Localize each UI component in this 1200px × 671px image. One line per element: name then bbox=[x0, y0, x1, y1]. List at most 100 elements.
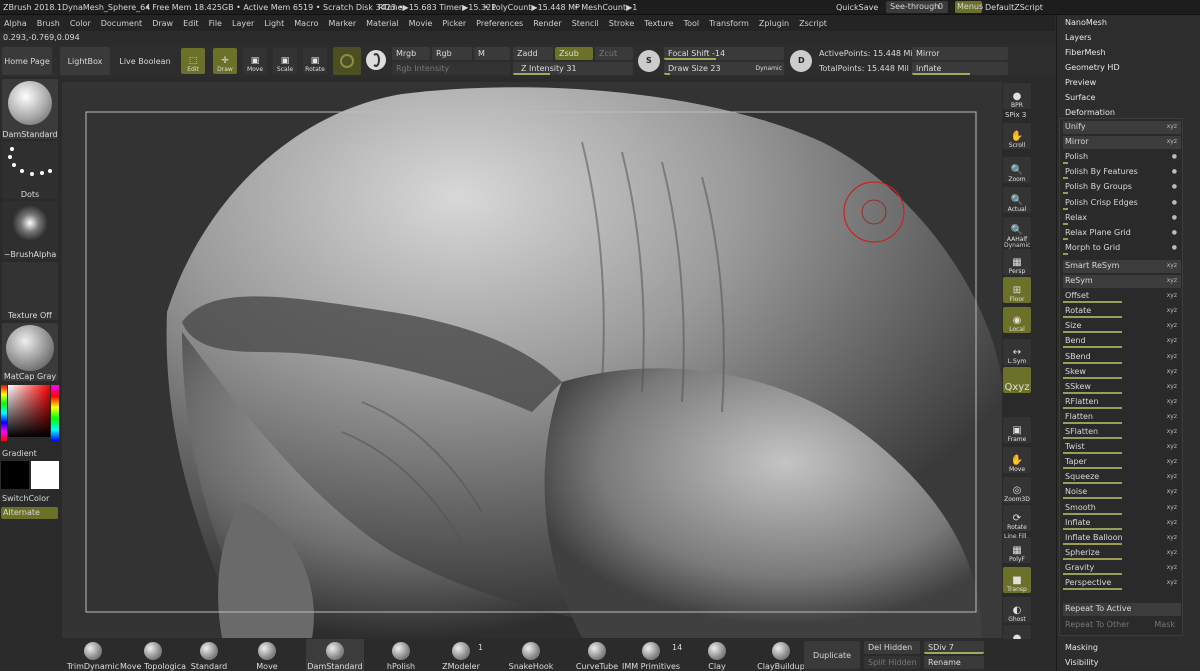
deform-offset[interactable]: Offset xyz bbox=[1063, 290, 1181, 304]
axis-toggle-icon[interactable]: xyz bbox=[1167, 121, 1177, 133]
section-masking[interactable]: Masking bbox=[1065, 643, 1098, 652]
brush-standard[interactable]: Standard bbox=[180, 639, 238, 671]
axis-toggle-icon[interactable]: xyz bbox=[1167, 320, 1177, 332]
menu-texture[interactable]: Texture bbox=[640, 19, 679, 28]
move-button[interactable]: ▣ Move bbox=[243, 48, 267, 74]
section-layers[interactable]: Layers bbox=[1065, 33, 1091, 42]
deform-rotate[interactable]: Rotate xyz bbox=[1063, 305, 1181, 319]
radio-icon[interactable]: ● bbox=[1172, 197, 1177, 209]
menu-brush[interactable]: Brush bbox=[33, 19, 66, 28]
axis-toggle-icon[interactable]: xyz bbox=[1167, 366, 1177, 378]
color-picker[interactable] bbox=[1, 385, 59, 445]
z-intensity-slider[interactable]: Z Intensity 31 bbox=[513, 62, 633, 75]
color-saturation-square[interactable] bbox=[8, 385, 50, 437]
radio-icon[interactable]: ● bbox=[1172, 242, 1177, 254]
deform-polish-by-features[interactable]: Polish By Features ● bbox=[1063, 166, 1181, 180]
axis-toggle-icon[interactable]: xyz bbox=[1167, 351, 1177, 363]
deform-size[interactable]: Size xyz bbox=[1063, 320, 1181, 334]
deform-polish-crisp-edges[interactable]: Polish Crisp Edges ● bbox=[1063, 197, 1181, 210]
zsub-button[interactable]: Zsub bbox=[555, 47, 593, 60]
polyf-button[interactable]: ▦ PolyF bbox=[1003, 537, 1031, 563]
draw-button[interactable]: ✛ Draw bbox=[213, 48, 237, 74]
brush-claybuildup[interactable]: ClayBuildup bbox=[752, 639, 810, 671]
deform-squeeze[interactable]: Squeeze xyz bbox=[1063, 471, 1181, 485]
deform-inflate-balloon[interactable]: Inflate Balloon xyz bbox=[1063, 532, 1181, 545]
deform-mirror[interactable]: Mirror xyz bbox=[1063, 136, 1181, 150]
axis-toggle-icon[interactable]: xyz bbox=[1167, 290, 1177, 302]
menu-zplugin[interactable]: Zplugin bbox=[755, 19, 795, 28]
menu-document[interactable]: Document bbox=[97, 19, 148, 28]
axis-toggle-icon[interactable]: xyz bbox=[1167, 396, 1177, 408]
menu-material[interactable]: Material bbox=[362, 19, 405, 28]
default-zscript-button[interactable]: DefaultZScript bbox=[985, 3, 1043, 12]
axis-toggle-icon[interactable]: xyz bbox=[1167, 275, 1177, 287]
section-nanomesh[interactable]: NanoMesh bbox=[1065, 18, 1107, 27]
bpr-button[interactable]: ● BPR bbox=[1003, 83, 1031, 109]
axis-toggle-icon[interactable]: xyz bbox=[1167, 335, 1177, 347]
floor-button[interactable]: ⊞ Floor bbox=[1003, 277, 1031, 303]
deform-twist[interactable]: Twist xyz bbox=[1063, 441, 1181, 455]
menu-transform[interactable]: Transform bbox=[705, 19, 755, 28]
deform-gravity[interactable]: Gravity xyz bbox=[1063, 562, 1181, 575]
section-preview[interactable]: Preview bbox=[1065, 78, 1096, 87]
radio-icon[interactable]: ● bbox=[1172, 212, 1177, 224]
axis-toggle-icon[interactable]: xyz bbox=[1167, 441, 1177, 453]
frame-button[interactable]: ▣ Frame bbox=[1003, 417, 1031, 443]
aahalf-button[interactable]: 🔍 AAHalf bbox=[1003, 217, 1031, 243]
lightbox-button[interactable]: LightBox bbox=[60, 47, 110, 75]
deform-smart-resym[interactable]: Smart ReSym xyz bbox=[1063, 259, 1181, 273]
persp-button[interactable]: ▦ Persp bbox=[1003, 249, 1031, 275]
lazy-mouse-s-icon[interactable]: S bbox=[638, 50, 660, 72]
section-geometry-hd[interactable]: Geometry HD bbox=[1065, 63, 1120, 72]
deform-skew[interactable]: Skew xyz bbox=[1063, 366, 1181, 379]
axis-toggle-icon[interactable]: xyz bbox=[1167, 486, 1177, 498]
deform-perspective[interactable]: Perspective xyz bbox=[1063, 577, 1181, 590]
deform-polish-by-groups[interactable]: Polish By Groups ● bbox=[1063, 181, 1181, 195]
menu-marker[interactable]: Marker bbox=[324, 19, 362, 28]
color-hue-strip[interactable] bbox=[1, 385, 7, 441]
main-color-swatch[interactable] bbox=[31, 461, 59, 489]
radio-icon[interactable]: ● bbox=[1172, 227, 1177, 239]
axis-toggle-icon[interactable]: xyz bbox=[1167, 411, 1177, 423]
brush-move-topologica[interactable]: Move Topologica bbox=[120, 639, 186, 671]
live-boolean-button[interactable]: Live Boolean bbox=[116, 47, 174, 75]
deform-relax-plane-grid[interactable]: Relax Plane Grid ● bbox=[1063, 227, 1181, 240]
secondary-color-swatch[interactable] bbox=[1, 461, 29, 489]
mrgb-button[interactable]: Mrgb bbox=[392, 47, 430, 60]
gradient-label[interactable]: Gradient bbox=[2, 449, 37, 458]
axis-toggle-icon[interactable]: xyz bbox=[1167, 381, 1177, 393]
axis-toggle-icon[interactable]: xyz bbox=[1167, 502, 1177, 514]
deform-unify[interactable]: Unify xyz bbox=[1063, 121, 1181, 134]
scroll-button[interactable]: ✋ Scroll bbox=[1003, 123, 1031, 149]
split-hidden-button[interactable]: Split Hidden bbox=[864, 656, 920, 669]
transp-button[interactable]: ■ Transp bbox=[1003, 567, 1031, 593]
inflate-slider[interactable]: Inflate bbox=[912, 62, 1008, 75]
axis-toggle-icon[interactable]: xyz bbox=[1167, 136, 1177, 148]
brush-thumbnail[interactable]: DamStandard bbox=[2, 79, 58, 139]
brush-move[interactable]: Move bbox=[238, 639, 296, 671]
brush-curvetube[interactable]: CurveTube bbox=[568, 639, 626, 671]
gizmo-button[interactable] bbox=[333, 47, 361, 75]
color-hue-ring[interactable] bbox=[51, 385, 59, 441]
axis-toggle-icon[interactable]: xyz bbox=[1167, 305, 1177, 317]
deform-taper[interactable]: Taper xyz bbox=[1063, 456, 1181, 470]
lsym-button[interactable]: ↔ L.Sym bbox=[1003, 339, 1031, 365]
d-icon[interactable]: D bbox=[790, 50, 812, 72]
alternate-button[interactable]: Alternate bbox=[1, 507, 58, 519]
zadd-button[interactable]: Zadd bbox=[513, 47, 553, 60]
scale-button[interactable]: ▣ Scale bbox=[273, 48, 297, 74]
rename-button[interactable]: Rename bbox=[924, 656, 984, 669]
brush-trimdynamic[interactable]: TrimDynamic bbox=[64, 639, 122, 671]
sdiv-slider[interactable]: SDiv 7 bbox=[924, 641, 984, 654]
quicksave-button[interactable]: QuickSave bbox=[836, 3, 878, 12]
menu-file[interactable]: File bbox=[205, 19, 228, 28]
menu-macro[interactable]: Macro bbox=[290, 19, 324, 28]
move-button[interactable]: ✋ Move bbox=[1003, 447, 1031, 473]
mirror-button[interactable]: Mirror bbox=[912, 47, 1008, 60]
radio-icon[interactable]: ● bbox=[1172, 181, 1177, 193]
menu-zscript[interactable]: Zscript bbox=[795, 19, 833, 28]
material-thumbnail[interactable]: MatCap Gray bbox=[2, 323, 58, 381]
dynamic-toggle[interactable]: Dynamic bbox=[756, 62, 782, 75]
rgb-button[interactable]: Rgb bbox=[432, 47, 472, 60]
deform-noise[interactable]: Noise xyz bbox=[1063, 486, 1181, 500]
